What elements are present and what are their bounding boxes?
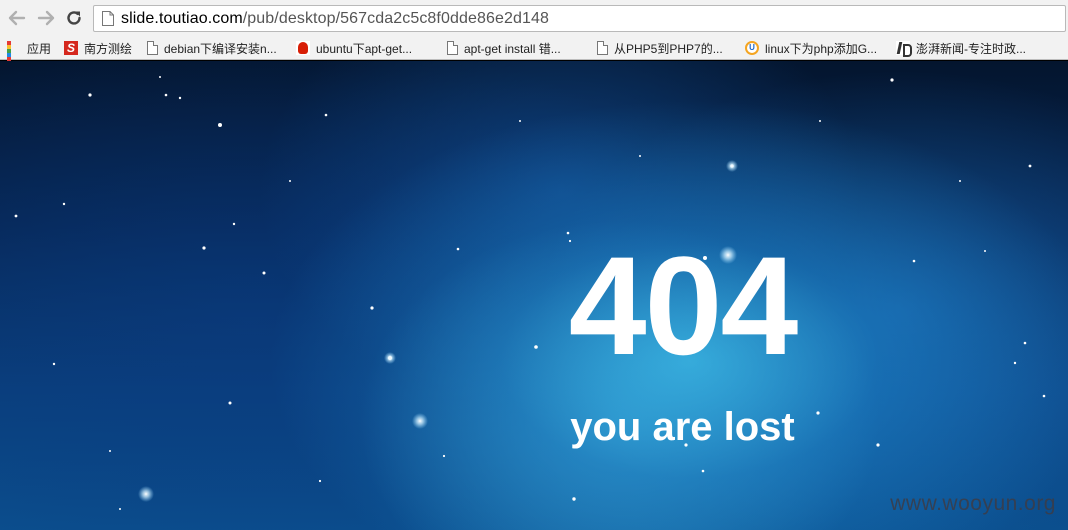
starfield-background xyxy=(14,76,1046,510)
bookmark-label: 应用 xyxy=(27,41,52,56)
bookmark-php[interactable]: 从PHP5到PHP7的... xyxy=(597,36,723,60)
bookmark-ubuntu[interactable]: ubuntu下apt-get... xyxy=(296,36,412,60)
bookmark-apps[interactable]: 应用 xyxy=(7,36,52,77)
bookmark-label: linux下为php添加G... xyxy=(765,41,878,56)
error-message: you are lost xyxy=(570,405,795,449)
bookmark-label: 南方测绘 xyxy=(84,41,133,56)
bookmark-label: 澎湃新闻-专注时政... xyxy=(916,41,1026,56)
bookmark-label: ubuntu下apt-get... xyxy=(316,41,413,56)
url-text: slide.toutiao.com/pub/desktop/567cda2c5c… xyxy=(121,10,549,28)
bookmark-thepaper[interactable]: 澎湃新闻-专注时政... xyxy=(896,36,1026,60)
reload-button[interactable] xyxy=(64,8,84,28)
bookmark-label: debian下编译安装n... xyxy=(164,41,277,56)
page-icon xyxy=(447,41,458,55)
arrow-left-icon xyxy=(8,10,26,26)
thepaper-logo-icon xyxy=(896,41,912,57)
apps-grid-icon xyxy=(7,41,21,77)
bookmark-debian[interactable]: debian下编译安装n... xyxy=(147,36,277,60)
baidu-paw-icon xyxy=(296,41,310,55)
arrow-right-icon xyxy=(37,10,55,26)
url-host: slide.toutiao.com xyxy=(121,9,243,27)
page-icon xyxy=(597,41,608,55)
forward-button[interactable] xyxy=(36,8,56,28)
url-path: /pub/desktop/567cda2c5c8f0dde86e2d148 xyxy=(242,9,549,27)
bookmarks-bar: 应用 S 南方测绘 debian下编译安装n... ubuntu下apt-get… xyxy=(0,36,1068,77)
error-page: 404 you are lost www.wooyun.org xyxy=(0,61,1068,530)
address-bar[interactable]: slide.toutiao.com/pub/desktop/567cda2c5c… xyxy=(93,5,1066,32)
error-code-heading: 404 xyxy=(568,227,799,384)
back-button[interactable] xyxy=(7,8,27,28)
reload-icon xyxy=(67,11,81,25)
page-icon xyxy=(147,41,158,55)
bookmark-apt-get[interactable]: apt-get install 错... xyxy=(447,36,561,60)
browser-toolbar: slide.toutiao.com/pub/desktop/567cda2c5c… xyxy=(0,0,1068,36)
bookmark-label: 从PHP5到PHP7的... xyxy=(614,41,723,56)
u-logo-icon xyxy=(745,41,759,55)
page-icon xyxy=(102,11,114,26)
bookmark-linux-php[interactable]: linux下为php添加G... xyxy=(745,36,877,60)
bookmark-label: apt-get install 错... xyxy=(464,41,561,56)
s-logo-icon: S xyxy=(64,41,78,55)
watermark-text: www.wooyun.org xyxy=(890,492,1056,515)
bookmark-nanfang[interactable]: S 南方测绘 xyxy=(64,36,132,60)
